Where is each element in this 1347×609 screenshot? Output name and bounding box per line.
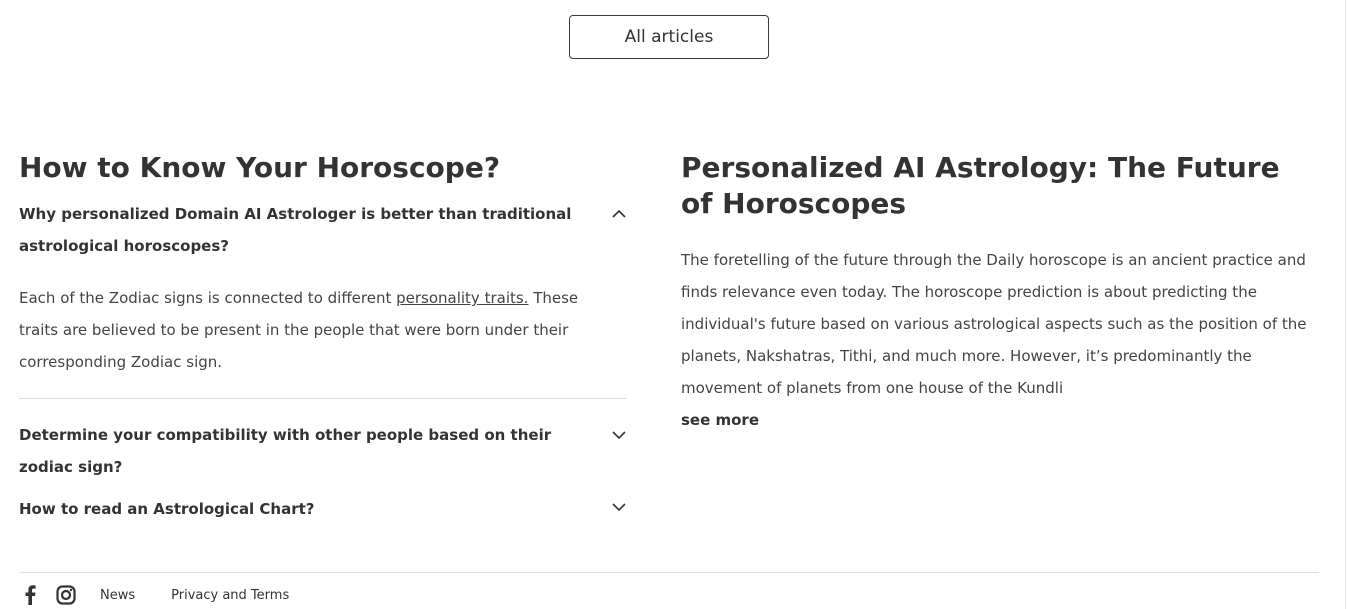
- faq-question-2[interactable]: Determine your compatibility with other …: [19, 419, 639, 483]
- see-more-link[interactable]: see more: [681, 404, 759, 436]
- footer: News Privacy and Terms: [19, 583, 289, 607]
- all-articles-button[interactable]: All articles: [569, 15, 769, 59]
- footer-link-news[interactable]: News: [100, 588, 135, 603]
- page: All articles How to Know Your Horoscope?…: [0, 0, 1347, 609]
- article-body: The foretelling of the future through th…: [681, 251, 1307, 397]
- faq-question-1[interactable]: Why personalized Domain AI Astrologer is…: [19, 198, 639, 262]
- faq-item-2: Determine your compatibility with other …: [19, 419, 629, 483]
- chevron-up-icon[interactable]: [611, 206, 627, 222]
- personality-traits-link[interactable]: personality traits.: [396, 289, 528, 307]
- facebook-icon[interactable]: [19, 584, 41, 606]
- page-edge: [1345, 0, 1346, 609]
- article-section: Personalized AI Astrology: The Future of…: [681, 150, 1321, 436]
- faq-divider: [19, 398, 627, 399]
- chevron-down-icon[interactable]: [611, 499, 627, 515]
- faq-question-3[interactable]: How to read an Astrological Chart?: [19, 493, 629, 525]
- instagram-icon[interactable]: [55, 584, 77, 606]
- faq-item-1: Why personalized Domain AI Astrologer is…: [19, 198, 629, 398]
- footer-divider: [19, 572, 1319, 573]
- chevron-down-icon[interactable]: [611, 427, 627, 443]
- faq-section: How to Know Your Horoscope? Why personal…: [19, 150, 629, 525]
- faq-answer-1: Each of the Zodiac signs is connected to…: [19, 282, 579, 398]
- faq-item-3: How to read an Astrological Chart?: [19, 493, 629, 525]
- article-title: Personalized AI Astrology: The Future of…: [681, 151, 1280, 220]
- faq-title: How to Know Your Horoscope?: [19, 151, 501, 184]
- faq-answer-text-start: Each of the Zodiac signs is connected to…: [19, 289, 397, 307]
- footer-link-privacy-terms[interactable]: Privacy and Terms: [171, 588, 289, 603]
